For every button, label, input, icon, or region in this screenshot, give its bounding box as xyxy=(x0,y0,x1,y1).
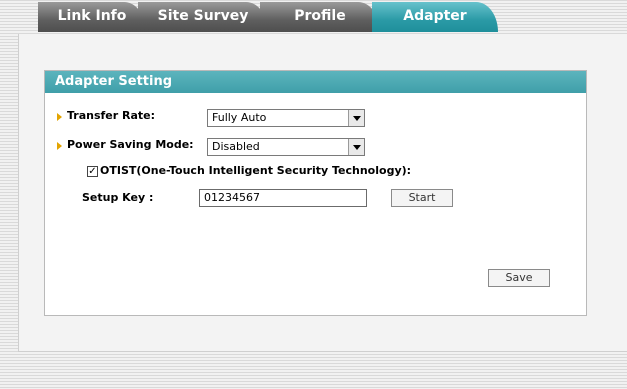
start-button[interactable]: Start xyxy=(391,189,453,207)
power-saving-value: Disabled xyxy=(212,140,260,153)
otist-checkbox[interactable]: ✓ xyxy=(87,166,98,177)
transfer-rate-select[interactable]: Fully Auto xyxy=(207,109,365,127)
save-button[interactable]: Save xyxy=(488,269,550,287)
otist-label: OTIST(One-Touch Intelligent Security Tec… xyxy=(100,164,412,177)
power-saving-label: Power Saving Mode: xyxy=(67,138,194,151)
power-saving-select[interactable]: Disabled xyxy=(207,138,365,156)
tab-bar: Link Info Site Survey Profile Adapter xyxy=(0,0,627,34)
footer-bar xyxy=(0,352,627,389)
panel-title: Adapter Setting xyxy=(45,71,586,93)
chevron-down-icon[interactable] xyxy=(348,139,364,155)
adapter-setting-panel: Adapter Setting Transfer Rate: Fully Aut… xyxy=(44,70,587,316)
tab-adapter[interactable]: Adapter xyxy=(372,2,498,32)
bullet-arrow-icon xyxy=(57,142,62,150)
tab-site-survey[interactable]: Site Survey xyxy=(138,2,268,32)
transfer-rate-value: Fully Auto xyxy=(212,111,267,124)
tab-link-info[interactable]: Link Info xyxy=(38,2,146,32)
tab-profile[interactable]: Profile xyxy=(260,2,380,32)
setup-key-label: Setup Key : xyxy=(82,191,154,204)
chevron-down-icon[interactable] xyxy=(348,110,364,126)
bullet-arrow-icon xyxy=(57,113,62,121)
setup-key-input[interactable]: 01234567 xyxy=(199,189,367,207)
transfer-rate-label: Transfer Rate: xyxy=(67,109,156,122)
